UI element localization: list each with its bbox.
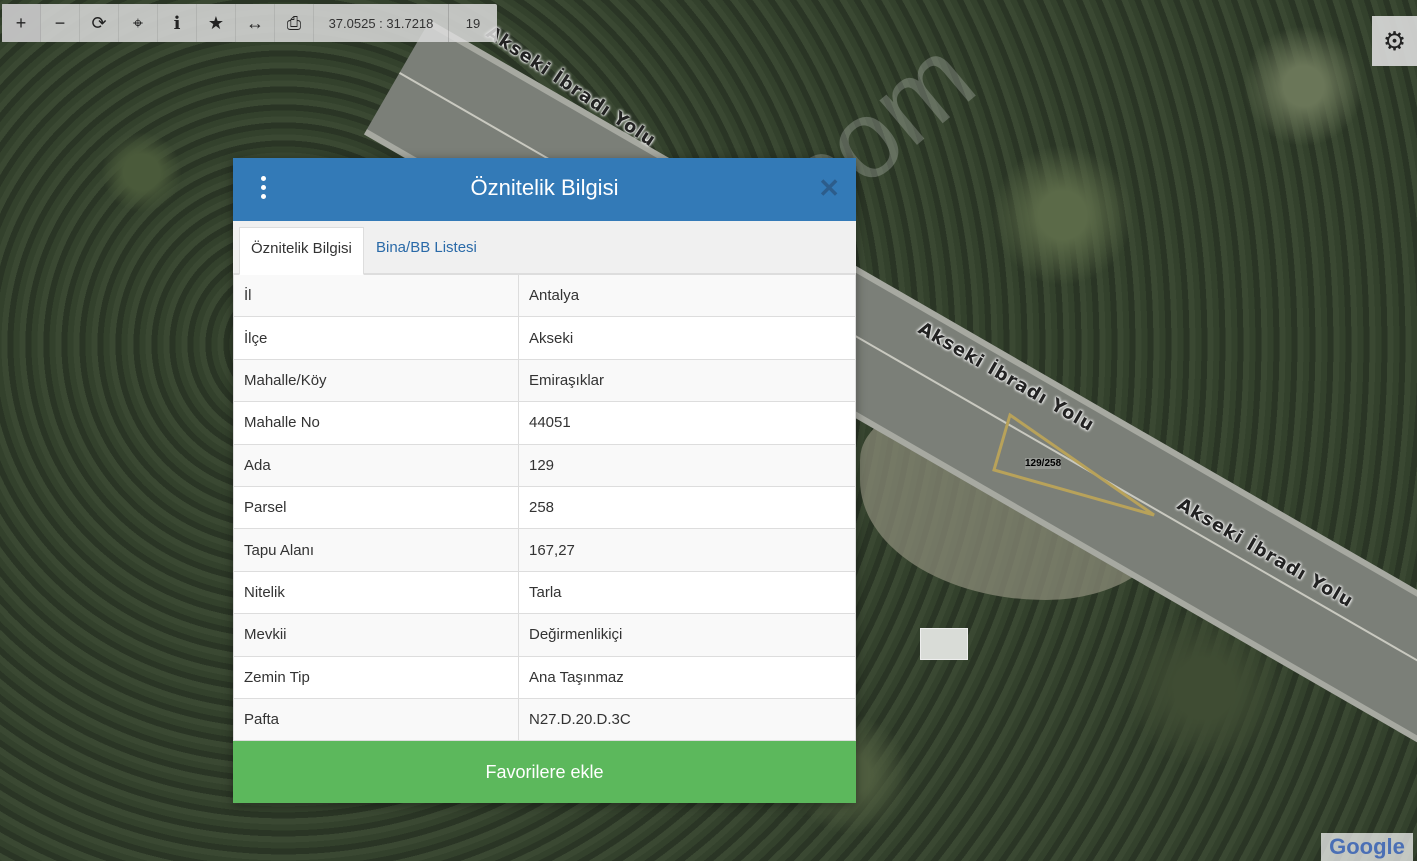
row-value: Ana Taşınmaz [518, 655, 856, 699]
row-key: Mahalle/Köy [233, 358, 519, 403]
row-value: Antalya [518, 273, 856, 318]
attribute-table: İl Antalya İlçe Akseki Mahalle/Köy Emiraşık… [233, 273, 856, 742]
locate-icon[interactable]: ⌖ [119, 4, 158, 42]
table-row: Mahalle/Köy Emiraşıklar [233, 358, 856, 403]
refresh-icon[interactable]: ⟳ [80, 4, 119, 42]
coordinate-readout: 37.0525 : 31.7218 [314, 4, 449, 42]
tab-building-list[interactable]: Bina/BB Listesi [365, 227, 488, 273]
zoom-level: 19 [465, 15, 481, 31]
row-value: Emiraşıklar [518, 358, 856, 403]
row-key: Ada [233, 443, 519, 487]
building [920, 628, 968, 660]
attribute-dialog: Öznitelik Bilgisi ✕ Öznitelik Bilgisi Bi… [233, 158, 856, 803]
row-key: Mahalle No [233, 401, 519, 445]
row-value: 258 [518, 485, 856, 530]
row-value: 44051 [518, 401, 856, 445]
row-key: Zemin Tip [233, 655, 519, 699]
settings-button[interactable]: ⚙ [1372, 16, 1417, 66]
dialog-title: Öznitelik Bilgisi [470, 175, 619, 200]
row-key: Mevkii [233, 613, 519, 657]
table-row: Mahalle No 44051 [233, 401, 856, 445]
tab-attribute-info[interactable]: Öznitelik Bilgisi [239, 227, 364, 275]
row-value: 167,27 [518, 528, 856, 572]
print-icon[interactable]: ⎙ [275, 4, 314, 42]
google-logo: Google [1321, 833, 1413, 861]
parcel-outline[interactable] [990, 410, 1160, 520]
row-value: Akseki [518, 316, 856, 360]
row-value: Değirmenlikiçi [518, 613, 856, 657]
row-key: Parsel [233, 485, 519, 530]
measure-icon[interactable]: ↔ [236, 4, 275, 42]
parcel-label: 129/258 [1025, 458, 1062, 469]
table-row: Nitelik Tarla [233, 570, 856, 615]
add-favorite-button[interactable]: Favorilere ekle [233, 741, 856, 803]
star-icon[interactable]: ★ [197, 4, 236, 42]
table-row: Ada 129 [233, 443, 856, 487]
row-key: Tapu Alanı [233, 528, 519, 572]
map-toolbar: + − ⟳ ⌖ i ★ ↔ ⎙ 37.0525 : 31.7218 19 [2, 4, 497, 42]
table-row: Parsel 258 [233, 485, 856, 530]
row-value: 129 [518, 443, 856, 487]
dialog-header: Öznitelik Bilgisi ✕ [233, 158, 856, 221]
zoom-in-icon[interactable]: + [2, 4, 41, 42]
zoom-out-icon[interactable]: − [41, 4, 80, 42]
table-row: Zemin Tip Ana Taşınmaz [233, 655, 856, 699]
table-row: Mevkii Değirmenlikiçi [233, 613, 856, 657]
row-value: Tarla [518, 570, 856, 615]
row-key: Pafta [233, 697, 519, 742]
close-icon[interactable]: ✕ [818, 174, 840, 202]
info-icon[interactable]: i [158, 4, 197, 42]
row-key: İlçe [233, 316, 519, 360]
row-value: N27.D.20.D.3C [518, 697, 856, 742]
row-key: Nitelik [233, 570, 519, 615]
gear-icon: ⚙ [1382, 25, 1407, 56]
table-row: Tapu Alanı 167,27 [233, 528, 856, 572]
table-row: İl Antalya [233, 273, 856, 318]
dialog-tabs: Öznitelik Bilgisi Bina/BB Listesi [233, 221, 856, 275]
table-row: Pafta N27.D.20.D.3C [233, 697, 856, 742]
table-row: İlçe Akseki [233, 316, 856, 360]
row-key: İl [233, 273, 519, 318]
